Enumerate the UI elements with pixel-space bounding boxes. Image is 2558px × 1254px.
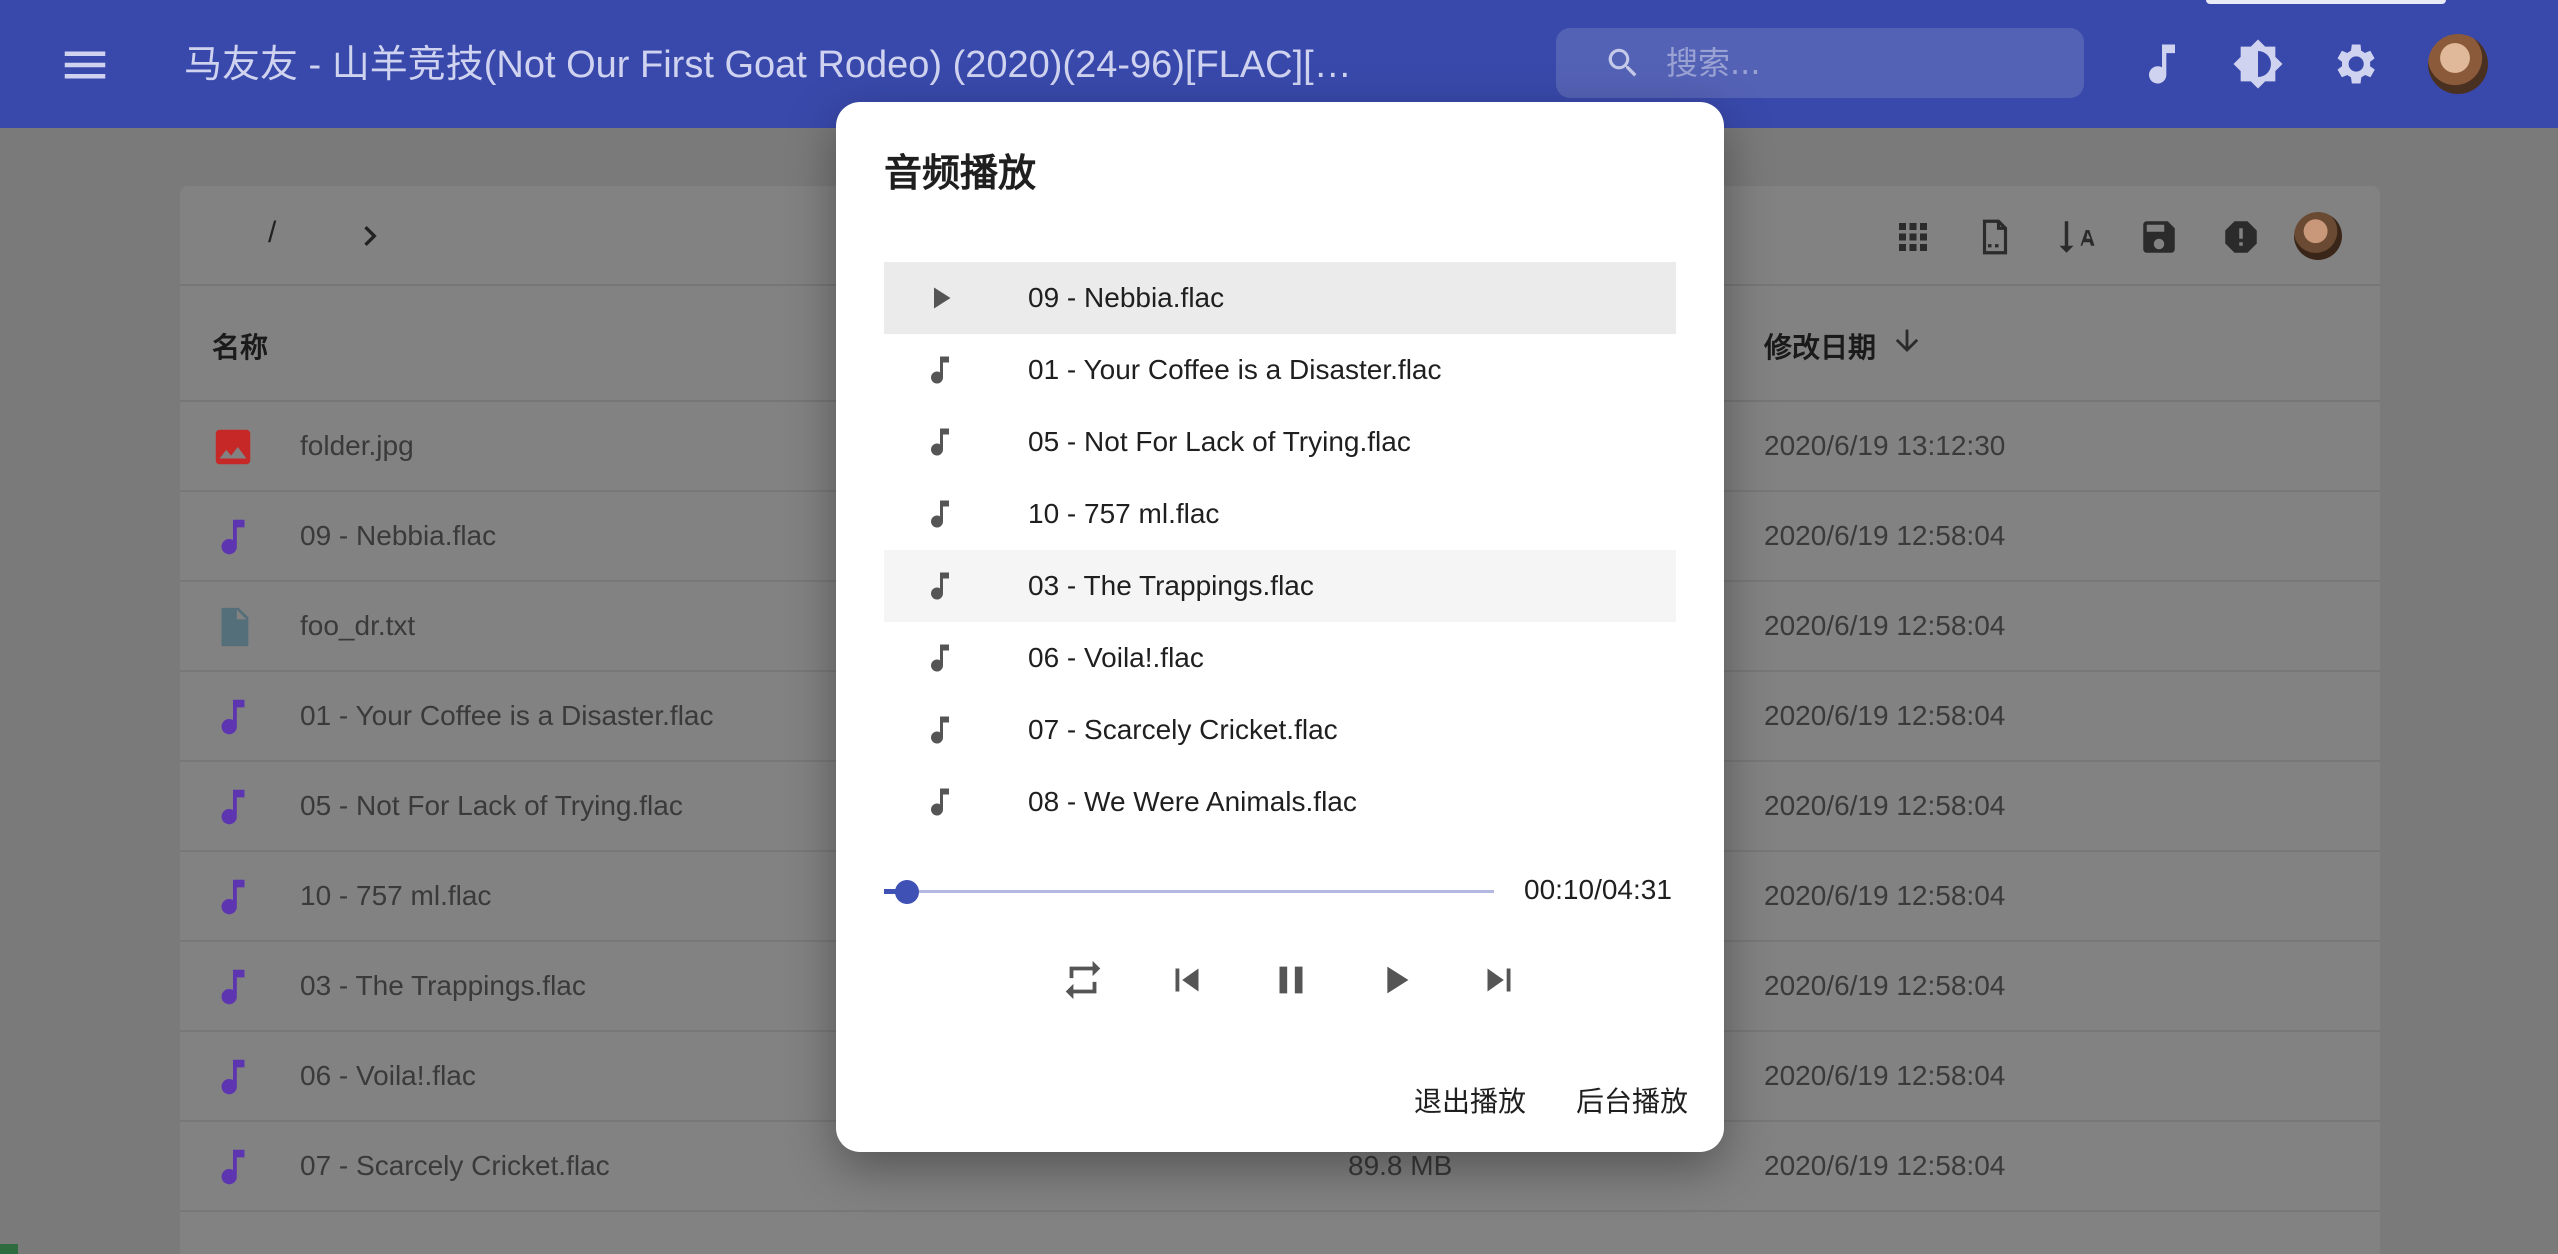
file-name: folder.jpg	[300, 430, 414, 461]
playlist-item[interactable]: 08 - We Were Animals.flac	[884, 766, 1676, 838]
music-note-icon	[221, 1149, 245, 1185]
audio-player-dialog: 音频播放 09 - Nebbia.flac 01 - Your Coffee is…	[836, 102, 1724, 1152]
column-modified[interactable]: 修改日期	[1764, 326, 1876, 366]
column-name[interactable]: 名称	[212, 326, 268, 366]
playlist-item-label: 06 - Voila!.flac	[1028, 642, 1204, 673]
skip-previous-icon[interactable]	[1164, 957, 1210, 1003]
search-input[interactable]	[1666, 38, 2046, 88]
file-name: 03 - The Trappings.flac	[300, 970, 586, 1001]
file-date: 2020/6/19 12:58:04	[1764, 970, 2006, 1001]
file-name: 07 - Scarcely Cricket.flac	[300, 1150, 610, 1181]
playlist-item[interactable]: 01 - Your Coffee is a Disaster.flac	[884, 334, 1676, 406]
file-date: 2020/6/19 12:58:04	[1764, 880, 2006, 911]
playlist-item-label: 09 - Nebbia.flac	[1028, 282, 1225, 313]
progress-track	[884, 890, 1494, 893]
progress-slider[interactable]	[884, 872, 1494, 912]
grid-view-icon[interactable]	[1892, 216, 1934, 258]
file-name: 10 - 757 ml.flac	[300, 880, 492, 911]
music-note-icon	[221, 879, 245, 915]
toolbar-avatar[interactable]	[2294, 212, 2342, 260]
file-name: 09 - Nebbia.flac	[300, 520, 497, 551]
breadcrumb-root[interactable]: /	[268, 216, 276, 250]
playlist-item[interactable]: 07 - Scarcely Cricket.flac	[884, 694, 1676, 766]
sort-icon[interactable]	[2056, 216, 2098, 258]
menu-icon[interactable]	[58, 38, 112, 92]
top-strip	[2206, 0, 2446, 4]
report-icon[interactable]	[2220, 216, 2262, 258]
repeat-icon[interactable]	[1060, 957, 1106, 1003]
music-note-icon	[931, 572, 949, 600]
file-name: foo_dr.txt	[300, 610, 416, 641]
arrow-down-icon[interactable]	[1890, 324, 1924, 358]
exit-playback-button[interactable]: 退出播放	[1414, 1080, 1526, 1120]
file-date: 2020/6/19 13:12:30	[1764, 430, 2006, 461]
page-size-icon[interactable]	[1974, 216, 2016, 258]
music-note-icon	[221, 519, 245, 555]
file-name: 05 - Not For Lack of Trying.flac	[300, 790, 683, 821]
file-date: 2020/6/19 12:58:04	[1764, 610, 2006, 641]
dialog-title: 音频播放	[884, 151, 1037, 195]
text-file-icon	[221, 607, 249, 647]
music-player-icon[interactable]	[2136, 38, 2188, 90]
file-name: 01 - Your Coffee is a Disaster.flac	[300, 700, 714, 731]
background-play-button[interactable]: 后台播放	[1576, 1080, 1688, 1120]
skip-next-icon[interactable]	[1476, 957, 1522, 1003]
settings-gear-icon[interactable]	[2328, 38, 2380, 90]
file-size: 89.8 MB	[1348, 1150, 1453, 1181]
file-date: 2020/6/19 12:58:04	[1764, 700, 2006, 731]
corner-mark	[0, 1244, 18, 1254]
playlist-item-label: 03 - The Trappings.flac	[1028, 570, 1314, 601]
playlist-item[interactable]: 09 - Nebbia.flac	[884, 262, 1676, 334]
page-title: 马友友 - 山羊竞技(Not Our First Goat Rodeo) (20…	[184, 44, 1352, 86]
music-note-icon	[221, 969, 245, 1005]
user-avatar[interactable]	[2428, 34, 2488, 94]
music-note-icon	[221, 789, 245, 825]
music-note-icon	[221, 1059, 245, 1095]
file-date: 2020/6/19 12:58:04	[1764, 790, 2006, 821]
playback-time: 00:10/04:31	[1524, 874, 1672, 905]
progress-thumb[interactable]	[895, 880, 919, 904]
music-note-icon	[931, 788, 949, 816]
save-icon[interactable]	[2138, 216, 2180, 258]
pause-icon[interactable]	[1268, 957, 1314, 1003]
playlist-item-label: 05 - Not For Lack of Trying.flac	[1028, 426, 1411, 457]
playlist-item[interactable]: 05 - Not For Lack of Trying.flac	[884, 406, 1676, 478]
file-date: 2020/6/19 12:58:04	[1764, 1150, 2006, 1181]
playlist-item-label: 08 - We Were Animals.flac	[1028, 786, 1357, 817]
music-note-icon	[931, 716, 949, 744]
file-name: 06 - Voila!.flac	[300, 1060, 476, 1091]
music-note-icon	[931, 356, 949, 384]
play-icon	[934, 287, 951, 309]
playlist-item[interactable]: 03 - The Trappings.flac	[884, 550, 1676, 622]
playlist: 09 - Nebbia.flac 01 - Your Coffee is a Di…	[884, 262, 1676, 838]
playlist-item-label: 07 - Scarcely Cricket.flac	[1028, 714, 1338, 745]
playlist-item-label: 01 - Your Coffee is a Disaster.flac	[1028, 354, 1442, 385]
play-icon[interactable]	[1372, 957, 1418, 1003]
file-date: 2020/6/19 12:58:04	[1764, 520, 2006, 551]
music-note-icon	[221, 699, 245, 735]
playlist-item-label: 10 - 757 ml.flac	[1028, 498, 1220, 529]
search-icon	[1608, 48, 1637, 77]
image-icon	[215, 429, 251, 465]
search-box[interactable]	[1556, 28, 2084, 98]
playlist-item[interactable]: 10 - 757 ml.flac	[884, 478, 1676, 550]
music-note-icon	[931, 500, 949, 528]
theme-toggle-icon[interactable]	[2232, 38, 2284, 90]
music-note-icon	[931, 428, 949, 456]
playlist-item[interactable]: 06 - Voila!.flac	[884, 622, 1676, 694]
file-date: 2020/6/19 12:58:04	[1764, 1060, 2006, 1091]
chevron-right-icon[interactable]	[350, 216, 390, 256]
music-note-icon	[931, 644, 949, 672]
